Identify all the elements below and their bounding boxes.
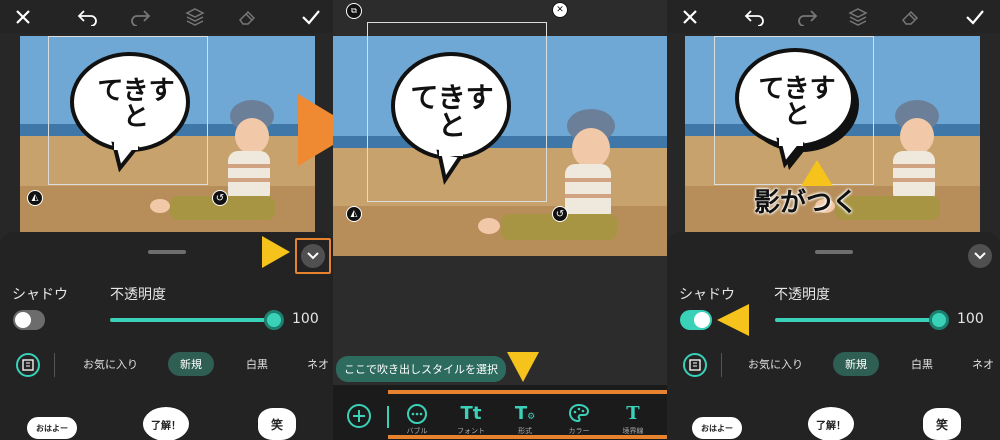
yellow-arrow-right xyxy=(262,236,290,268)
confirm-check-icon[interactable] xyxy=(962,4,988,30)
shadow-toggle[interactable] xyxy=(13,310,45,330)
font-icon: Tt xyxy=(460,403,482,424)
selection-box[interactable] xyxy=(367,22,547,202)
category-new[interactable]: 新規 xyxy=(833,352,879,376)
top-toolbar xyxy=(0,0,333,33)
selection-box[interactable] xyxy=(48,36,208,185)
editor-panel-before: てきすと ◭ ↺ シャドウ 不透明度 100 お気に入り 新規 白黒 ネオ おは… xyxy=(0,0,333,440)
opacity-label: 不透明度 xyxy=(110,287,166,303)
highlight-top-line xyxy=(388,390,667,394)
category-new[interactable]: 新規 xyxy=(168,352,214,376)
category-divider xyxy=(54,353,55,377)
shadow-label: シャドウ xyxy=(12,287,68,303)
sticker-ohayo[interactable]: おはよー xyxy=(26,416,78,440)
sticker-warai[interactable]: 笑 xyxy=(256,406,298,440)
tool-color[interactable]: カラー xyxy=(559,403,599,436)
opacity-label: 不透明度 xyxy=(774,287,830,303)
format-icon: T⚙ xyxy=(514,403,536,424)
sticker-ryokai[interactable]: 了解！ xyxy=(142,406,190,440)
undo-icon[interactable] xyxy=(741,4,767,30)
selection-box[interactable] xyxy=(714,36,874,185)
bubble-icon xyxy=(397,403,437,425)
close-icon[interactable] xyxy=(10,4,36,30)
yellow-arrow-left xyxy=(717,304,749,336)
collapse-chevron-icon[interactable] xyxy=(968,244,992,268)
close-icon[interactable] xyxy=(677,4,703,30)
border-icon: T xyxy=(626,403,640,424)
flip-handle-icon[interactable]: ◭ xyxy=(27,190,43,206)
sticker-ryokai[interactable]: 了解！ xyxy=(807,406,855,440)
category-neon[interactable]: ネオ xyxy=(972,356,994,372)
undo-icon[interactable] xyxy=(74,4,100,30)
shadow-toggle[interactable] xyxy=(680,310,712,330)
rotate-handle-icon[interactable]: ↺ xyxy=(212,190,228,206)
sheet-handle[interactable] xyxy=(815,250,853,254)
editor-panel-after: てきすと シャドウ 不透明度 100 お気に入り 新規 白黒 ネオ おはよー 了… xyxy=(667,0,1000,440)
add-icon[interactable] xyxy=(347,404,371,428)
yellow-arrow-down xyxy=(507,352,539,382)
duplicate-handle-icon[interactable]: ⧉ xyxy=(346,3,362,19)
opacity-slider-track[interactable] xyxy=(110,318,276,322)
category-monochrome[interactable]: 白黒 xyxy=(911,356,933,372)
collapse-chevron-icon[interactable] xyxy=(301,244,325,268)
opacity-value: 100 xyxy=(957,311,984,327)
bubble-library-icon[interactable] xyxy=(683,353,707,377)
rotate-handle-icon[interactable]: ↺ xyxy=(552,206,568,222)
shadow-annotation: 影がつく xyxy=(754,188,859,218)
category-favorites[interactable]: お気に入り xyxy=(83,356,138,372)
editor-panel-bubble-style: てきすと ⧉ ✕ ◭ ↺ ここで吹き出しスタイルを選択 バブル Tt フォント … xyxy=(333,0,667,440)
tool-border[interactable]: T 境界線 xyxy=(613,403,653,436)
layers-icon[interactable] xyxy=(182,4,208,30)
sticker-warai[interactable]: 笑 xyxy=(921,406,963,440)
opacity-value: 100 xyxy=(292,311,319,327)
sticker-ohayo[interactable]: おはよー xyxy=(691,416,743,440)
tool-divider xyxy=(387,406,389,428)
eraser-icon[interactable] xyxy=(897,4,923,30)
opacity-slider-thumb[interactable] xyxy=(264,310,284,330)
opacity-slider-thumb[interactable] xyxy=(929,310,949,330)
category-divider xyxy=(721,353,722,377)
shadow-label: シャドウ xyxy=(679,287,735,303)
eraser-icon[interactable] xyxy=(234,4,260,30)
style-sheet: シャドウ 不透明度 100 お気に入り 新規 白黒 ネオ おはよー 了解！ 笑 xyxy=(667,232,1000,440)
style-hint-tooltip: ここで吹き出しスタイルを選択 xyxy=(336,356,506,382)
layers-icon[interactable] xyxy=(845,4,871,30)
category-monochrome[interactable]: 白黒 xyxy=(246,356,268,372)
top-toolbar xyxy=(667,0,1000,33)
tool-format[interactable]: T⚙ 形式 xyxy=(505,403,545,436)
opacity-slider-track[interactable] xyxy=(775,318,941,322)
redo-icon[interactable] xyxy=(795,4,821,30)
palette-icon xyxy=(559,403,599,425)
flip-handle-icon[interactable]: ◭ xyxy=(346,206,362,222)
sheet-handle[interactable] xyxy=(148,250,186,254)
bubble-library-icon[interactable] xyxy=(16,353,40,377)
tool-bubble[interactable]: バブル xyxy=(397,403,437,436)
category-favorites[interactable]: お気に入り xyxy=(748,356,803,372)
confirm-check-icon[interactable] xyxy=(298,4,324,30)
delete-handle-icon[interactable]: ✕ xyxy=(552,2,568,18)
tool-font[interactable]: Tt フォント xyxy=(451,403,491,436)
redo-icon[interactable] xyxy=(128,4,154,30)
category-neon[interactable]: ネオ xyxy=(307,356,329,372)
